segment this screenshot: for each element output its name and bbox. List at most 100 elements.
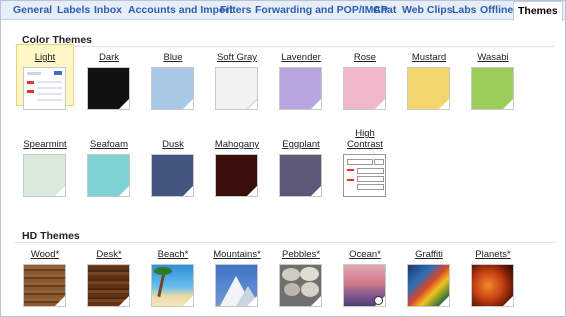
theme-swatch[interactable] <box>87 67 130 110</box>
theme-swatch[interactable] <box>407 67 450 110</box>
theme-dark[interactable]: Dark <box>80 52 138 110</box>
theme-spearmint[interactable]: Spearmint <box>16 139 74 197</box>
theme-label[interactable]: Planets* <box>464 249 522 260</box>
theme-label[interactable]: Dark <box>80 52 138 63</box>
theme-label[interactable]: Wasabi <box>464 52 522 63</box>
page-curl <box>439 296 449 306</box>
page-curl <box>119 296 129 306</box>
theme-label[interactable]: Mahogany <box>208 139 266 150</box>
theme-wood[interactable]: Wood* <box>16 249 74 307</box>
tab-offline[interactable]: Offline <box>480 2 513 18</box>
theme-label[interactable]: Blue <box>144 52 202 63</box>
page-curl <box>503 296 513 306</box>
theme-swatch[interactable] <box>87 264 130 307</box>
theme-pebbles[interactable]: Pebbles* <box>272 249 330 307</box>
theme-swatch[interactable] <box>343 264 386 307</box>
theme-mustard[interactable]: Mustard <box>400 52 458 110</box>
theme-lavender[interactable]: Lavender <box>272 52 330 110</box>
palm-leaves-icon <box>154 267 172 275</box>
preview-row <box>357 168 384 174</box>
theme-label[interactable]: Soft Gray <box>208 52 266 63</box>
theme-swatch[interactable] <box>215 67 258 110</box>
theme-swatch[interactable] <box>87 154 130 197</box>
tab-web-clips[interactable]: Web Clips <box>402 2 453 18</box>
theme-label[interactable]: Spearmint <box>16 139 74 150</box>
preview-row <box>357 176 384 182</box>
theme-label[interactable]: Mustard <box>400 52 458 63</box>
theme-swatch[interactable] <box>407 264 450 307</box>
theme-label[interactable]: Dusk <box>144 139 202 150</box>
theme-eggplant[interactable]: Eggplant <box>272 139 330 197</box>
tab-filters[interactable]: Filters <box>220 2 252 18</box>
theme-label[interactable]: Desk* <box>80 249 138 260</box>
page-curl <box>247 186 257 196</box>
tab-chat[interactable]: Chat <box>373 2 396 18</box>
theme-swatch[interactable] <box>23 154 66 197</box>
theme-mountains[interactable]: Mountains* <box>208 249 266 307</box>
theme-graffiti[interactable]: Graffiti <box>400 249 458 307</box>
preview-row <box>37 99 62 101</box>
theme-label[interactable]: Graffiti <box>400 249 458 260</box>
tab-labs[interactable]: Labs <box>452 2 477 18</box>
theme-ocean[interactable]: Ocean* <box>336 249 394 307</box>
tab-labels[interactable]: Labels <box>57 2 90 18</box>
tab-accounts-and-import[interactable]: Accounts and Import <box>128 2 233 18</box>
theme-label[interactable]: Wood* <box>16 249 74 260</box>
pebble-icon <box>282 268 300 281</box>
preview-button <box>54 71 62 75</box>
theme-swatch[interactable] <box>343 67 386 110</box>
theme-label[interactable]: Pebbles* <box>272 249 330 260</box>
preview-row <box>357 184 384 190</box>
theme-rose[interactable]: Rose <box>336 52 394 110</box>
tab-general[interactable]: General <box>13 2 52 18</box>
page-curl <box>55 296 65 306</box>
theme-wasabi[interactable]: Wasabi <box>464 52 522 110</box>
theme-label[interactable]: Eggplant <box>272 139 330 150</box>
theme-swatch[interactable] <box>23 67 66 110</box>
theme-swatch[interactable] <box>279 67 322 110</box>
theme-planets[interactable]: Planets* <box>464 249 522 307</box>
settings-tab-bar: General Labels Inbox Accounts and Import… <box>1 1 565 21</box>
tab-inbox[interactable]: Inbox <box>94 2 122 18</box>
page-curl <box>119 186 129 196</box>
theme-swatch[interactable] <box>471 264 514 307</box>
theme-swatch[interactable] <box>215 154 258 197</box>
theme-desk[interactable]: Desk* <box>80 249 138 307</box>
theme-swatch[interactable] <box>151 154 194 197</box>
theme-swatch[interactable] <box>151 264 194 307</box>
section-divider <box>15 242 555 243</box>
theme-soft-gray[interactable]: Soft Gray <box>208 52 266 110</box>
theme-label[interactable]: Seafoam <box>80 139 138 150</box>
page-curl <box>183 186 193 196</box>
theme-label[interactable]: Ocean* <box>336 249 394 260</box>
theme-swatch[interactable] <box>343 154 386 197</box>
theme-label[interactable]: High Contrast <box>345 128 385 150</box>
theme-swatch[interactable] <box>151 67 194 110</box>
clock-icon <box>374 296 383 305</box>
theme-mahogany[interactable]: Mahogany <box>208 139 266 197</box>
page-curl <box>503 99 513 109</box>
page-curl <box>55 186 65 196</box>
theme-swatch[interactable] <box>279 154 322 197</box>
theme-light[interactable]: Light <box>16 52 74 110</box>
preview-compose <box>347 169 354 171</box>
page-curl <box>311 99 321 109</box>
theme-blue[interactable]: Blue <box>144 52 202 110</box>
theme-dusk[interactable]: Dusk <box>144 139 202 197</box>
theme-label[interactable]: Beach* <box>144 249 202 260</box>
theme-swatch[interactable] <box>215 264 258 307</box>
theme-seafoam[interactable]: Seafoam <box>80 139 138 197</box>
theme-label[interactable]: Light <box>16 52 74 63</box>
theme-label[interactable]: Lavender <box>272 52 330 63</box>
theme-swatch[interactable] <box>23 264 66 307</box>
tab-forwarding-pop-imap[interactable]: Forwarding and POP/IMAP <box>255 2 388 18</box>
tab-themes[interactable]: Themes <box>513 1 563 21</box>
theme-label[interactable]: Rose <box>336 52 394 63</box>
theme-swatch[interactable] <box>279 264 322 307</box>
theme-label[interactable]: Mountains* <box>208 249 266 260</box>
theme-beach[interactable]: Beach* <box>144 249 202 307</box>
pebble-icon <box>300 267 319 281</box>
theme-high-contrast[interactable]: High Contrast <box>336 128 394 197</box>
theme-swatch[interactable] <box>471 67 514 110</box>
page-curl <box>119 99 129 109</box>
